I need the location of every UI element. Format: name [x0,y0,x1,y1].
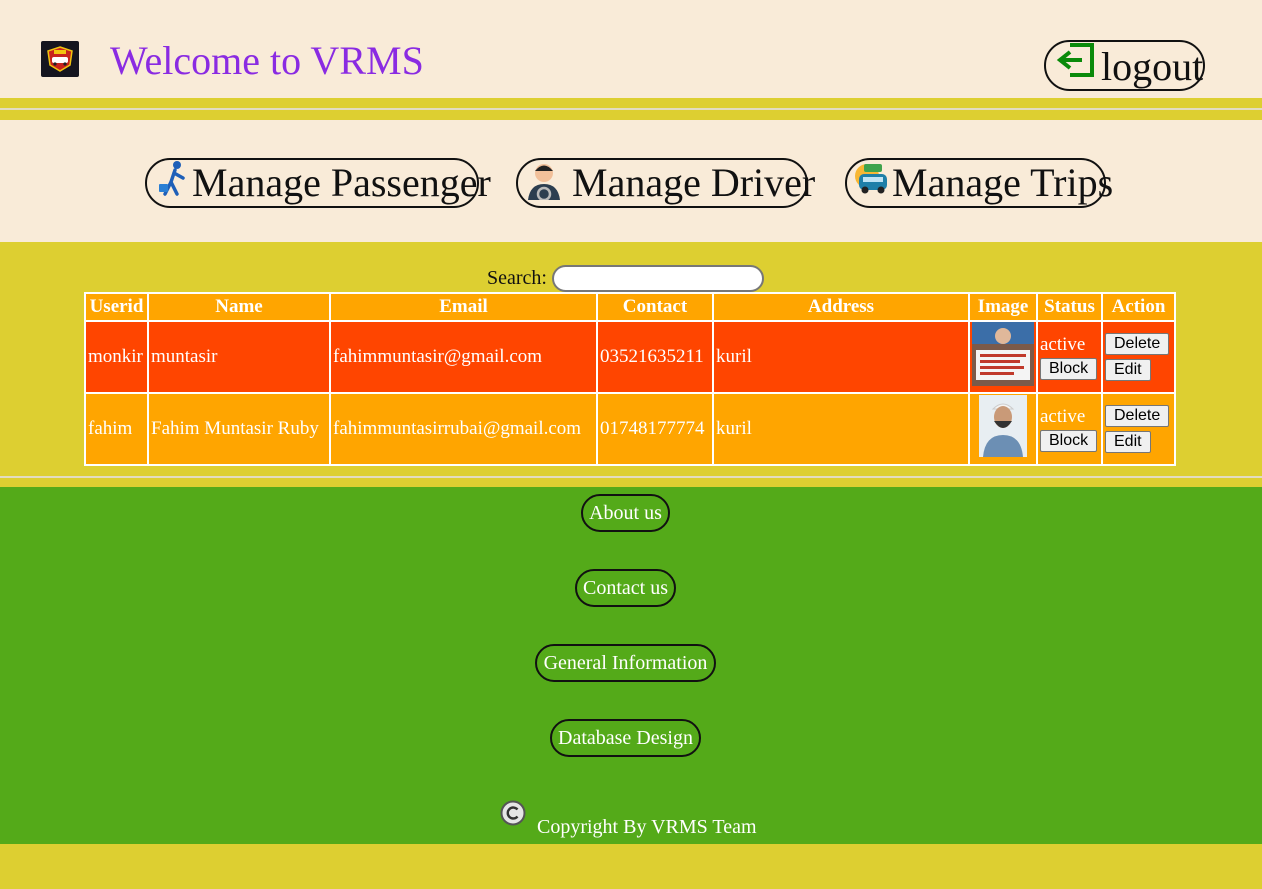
column-header-userid: Userid [85,293,148,321]
user-photo-portrait [979,395,1027,457]
cell-status: active Block [1037,321,1102,393]
manage-passenger-button[interactable]: Manage Passenger [145,158,491,208]
logout-icon [1056,43,1094,77]
logout-button[interactable]: logout [1044,40,1205,91]
database-design-button[interactable]: Database Design [550,719,701,757]
logout-label: logout [1101,44,1204,89]
bottom-band [0,844,1262,889]
cell-contact: 01748177774 [597,393,713,465]
footer-separator [0,478,1262,487]
general-information-button[interactable]: General Information [535,644,716,682]
column-header-email: Email [330,293,597,321]
edit-button[interactable]: Edit [1105,431,1151,453]
column-header-action: Action [1102,293,1175,321]
table-row: monkir muntasir fahimmuntasir@gmail.com … [85,321,1175,393]
delete-button[interactable]: Delete [1105,405,1170,427]
manage-driver-button[interactable]: Manage Driver [516,158,815,208]
table-row: fahim Fahim Muntasir Ruby fahimmuntasirr… [85,393,1175,465]
about-us-button[interactable]: About us [581,494,670,532]
status-text: active [1040,334,1086,355]
passenger-icon [159,161,185,196]
delete-button[interactable]: Delete [1105,333,1170,355]
copyright-text: Copyright By VRMS Team [537,816,757,838]
cell-image [969,393,1037,465]
cell-email: fahimmuntasirrubai@gmail.com [330,393,597,465]
cell-contact: 03521635211 [597,321,713,393]
car-badge-icon [47,46,73,72]
trip-car-icon [855,164,887,194]
users-table: Userid Name Email Contact Address Image … [84,292,1176,466]
header-separator [0,98,1262,108]
header-separator-2 [0,110,1262,120]
column-header-contact: Contact [597,293,713,321]
driver-icon [528,164,560,200]
manage-passenger-label: Manage Passenger [192,160,491,205]
manage-trips-label: Manage Trips [892,160,1114,205]
vrms-logo [41,41,79,77]
column-header-name: Name [148,293,330,321]
page-title: Welcome to VRMS [110,38,424,83]
cell-address: kuril [713,393,969,465]
block-button[interactable]: Block [1040,430,1098,452]
cell-name: Fahim Muntasir Ruby [148,393,330,465]
cell-userid: monkir [85,321,148,393]
cell-action: Delete Edit [1102,321,1175,393]
column-header-status: Status [1037,293,1102,321]
manage-trips-button[interactable]: Manage Trips [845,158,1113,208]
cell-name: muntasir [148,321,330,393]
cell-userid: fahim [85,393,148,465]
column-header-image: Image [969,293,1037,321]
search-input[interactable] [552,265,764,292]
cell-image [969,321,1037,393]
cell-address: kuril [713,321,969,393]
table-header-row: Userid Name Email Contact Address Image … [85,293,1175,321]
cell-email: fahimmuntasir@gmail.com [330,321,597,393]
search-label: Search: [487,267,547,289]
edit-button[interactable]: Edit [1105,359,1151,381]
column-header-address: Address [713,293,969,321]
contact-us-button[interactable]: Contact us [575,569,676,607]
cell-action: Delete Edit [1102,393,1175,465]
footer: About us Contact us General Information … [0,487,1262,844]
manage-driver-label: Manage Driver [572,160,816,205]
block-button[interactable]: Block [1040,358,1098,380]
status-text: active [1040,406,1086,427]
copyright-icon [500,800,526,826]
user-photo-sign [972,322,1034,386]
cell-status: active Block [1037,393,1102,465]
